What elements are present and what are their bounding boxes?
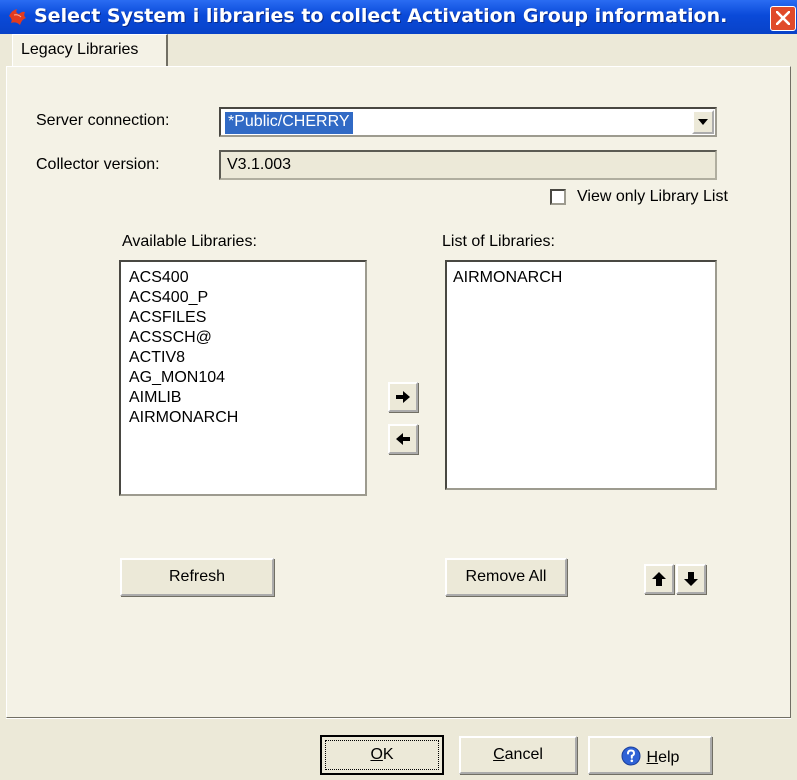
collector-version-field: V3.1.003	[219, 150, 717, 180]
view-only-checkbox[interactable]	[550, 189, 566, 205]
close-button[interactable]	[770, 6, 796, 31]
collector-version-label: Collector version:	[36, 156, 160, 173]
add-library-button[interactable]	[388, 382, 418, 412]
list-item[interactable]: ACTIV8	[129, 348, 365, 368]
divider	[6, 718, 791, 719]
window-title: Select System i libraries to collect Act…	[34, 5, 728, 27]
arrow-right-icon	[396, 391, 410, 403]
list-item[interactable]: AIRMONARCH	[129, 408, 365, 428]
list-item[interactable]: AIMLIB	[129, 388, 365, 408]
list-item[interactable]: ACSFILES	[129, 308, 365, 328]
dropdown-arrow-icon	[698, 119, 708, 125]
cancel-button[interactable]: Cancel	[459, 736, 577, 774]
selected-libraries-list[interactable]: AIRMONARCH	[445, 260, 717, 490]
list-item[interactable]: ACSSCH@	[129, 328, 365, 348]
arrow-left-icon	[396, 433, 410, 445]
arrow-down-icon	[684, 572, 698, 586]
list-item[interactable]: AIRMONARCH	[453, 268, 715, 288]
server-connection-label: Server connection:	[36, 112, 170, 129]
remove-all-label: Remove All	[465, 568, 547, 585]
remove-all-button[interactable]: Remove All	[445, 558, 567, 596]
java-cup-icon	[9, 9, 26, 25]
tab-legacy-libraries[interactable]: Legacy Libraries	[12, 34, 168, 66]
move-up-button[interactable]	[644, 564, 674, 594]
refresh-button[interactable]: Refresh	[120, 558, 274, 596]
list-of-libraries-label: List of Libraries:	[442, 233, 555, 250]
ok-label: K	[382, 746, 394, 763]
help-mnemonic: H	[646, 749, 659, 766]
refresh-label: Refresh	[168, 568, 226, 585]
ok-mnemonic: O	[370, 746, 383, 763]
title-bar: Select System i libraries to collect Act…	[0, 0, 797, 34]
cancel-label: ancel	[504, 746, 543, 763]
remove-library-button[interactable]	[388, 424, 418, 454]
tab-label: Legacy Libraries	[21, 41, 139, 58]
list-item[interactable]: AG_MON104	[129, 368, 365, 388]
close-icon	[776, 11, 790, 25]
cancel-mnemonic: C	[493, 746, 505, 763]
list-item[interactable]: ACS400_P	[129, 288, 365, 308]
available-libraries-list[interactable]: ACS400 ACS400_P ACSFILES ACSSCH@ ACTIV8 …	[119, 260, 367, 496]
available-libraries-label: Available Libraries:	[122, 233, 257, 250]
help-icon	[621, 746, 641, 766]
arrow-up-icon	[652, 572, 666, 586]
help-button[interactable]: Help	[588, 736, 712, 774]
server-connection-value: *Public/CHERRY	[225, 112, 353, 134]
move-down-button[interactable]	[676, 564, 706, 594]
list-item[interactable]: ACS400	[129, 268, 365, 288]
view-only-label[interactable]: View only Library List	[577, 188, 728, 206]
help-label: elp	[658, 749, 680, 766]
server-connection-select[interactable]: *Public/CHERRY	[219, 107, 717, 137]
ok-button[interactable]: OK	[320, 735, 444, 775]
dropdown-button[interactable]	[692, 110, 714, 134]
